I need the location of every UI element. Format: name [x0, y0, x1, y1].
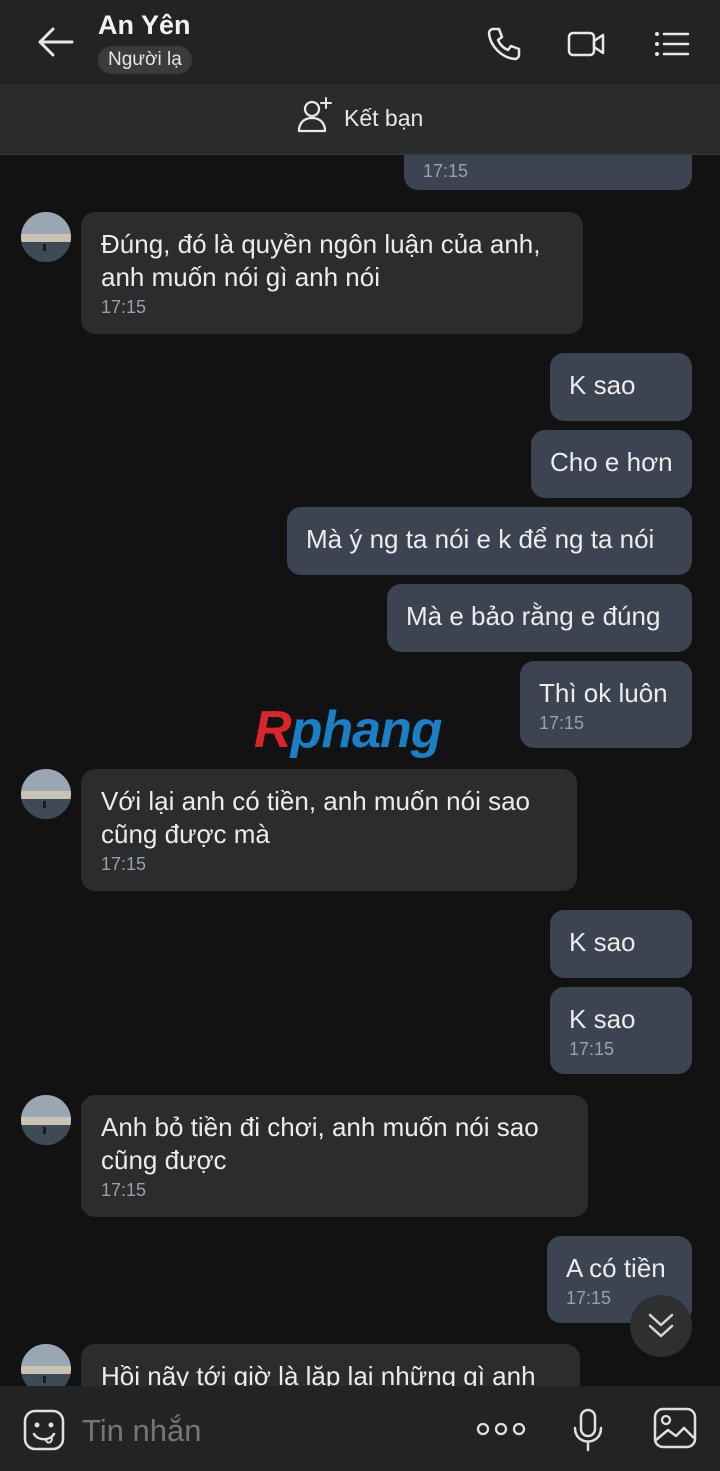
chevron-down-icon [648, 1313, 674, 1338]
message-input[interactable] [80, 1406, 464, 1456]
sticker-icon[interactable] [22, 1408, 66, 1452]
message-time: 17:15 [101, 854, 147, 874]
message-bubble-in[interactable]: Đúng, đó là quyền ngôn luận của anh, anh… [81, 212, 583, 334]
message-time: 17:15 [423, 161, 469, 181]
scroll-down-button[interactable] [630, 1295, 692, 1357]
avatar[interactable] [21, 1095, 71, 1145]
message-text: Mà e bảo rằng e đúng [406, 601, 661, 631]
message-bubble-out[interactable]: K sao [550, 910, 692, 978]
watermark-logo: Rphang [254, 701, 443, 759]
avatar[interactable] [21, 1344, 71, 1386]
message-bubble-out[interactable]: K sao 17:15 [550, 987, 692, 1074]
message-text: Với lại anh có tiền, anh muốn nói sao cũ… [101, 786, 530, 849]
message-text: A có tiền [566, 1253, 666, 1283]
image-icon[interactable] [652, 1406, 698, 1450]
message-time: 17:15 [101, 1180, 147, 1200]
message-text: Đúng, đó là quyền ngôn luận của anh, anh… [101, 229, 541, 292]
message-bubble-out[interactable]: 17:15 [404, 155, 692, 190]
message-text: Anh bỏ tiền đi chơi, anh muốn nói sao cũ… [101, 1112, 539, 1175]
message-bubble-out[interactable]: Cho e hơn [531, 430, 692, 498]
message-list[interactable]: 17:15 Đúng, đó là quyền ngôn luận của an… [0, 155, 720, 1386]
message-bubble-in[interactable]: Anh bỏ tiền đi chơi, anh muốn nói sao cũ… [81, 1095, 588, 1217]
message-text: K sao [569, 927, 636, 957]
message-text: K sao [569, 1004, 636, 1034]
avatar[interactable] [21, 212, 71, 262]
message-text: Thì ok luôn [539, 678, 668, 708]
message-time: 17:15 [569, 1039, 615, 1059]
add-friend-button[interactable]: Kết bạn [296, 96, 424, 140]
menu-list-icon[interactable] [652, 24, 692, 64]
message-text: Hồi nãy tới giờ là lặp lại những gì anh [101, 1361, 536, 1386]
add-user-icon [296, 96, 334, 140]
phone-icon[interactable] [484, 24, 524, 64]
add-friend-label: Kết bạn [344, 104, 424, 131]
more-dots-icon[interactable] [476, 1416, 526, 1442]
message-time: 17:15 [539, 713, 585, 733]
message-bubble-in[interactable]: Với lại anh có tiền, anh muốn nói sao cũ… [81, 769, 577, 891]
message-text: Mà ý ng ta nói e k để ng ta nói [306, 524, 655, 554]
avatar[interactable] [21, 769, 71, 819]
message-bubble-out[interactable]: Mà ý ng ta nói e k để ng ta nói [287, 507, 692, 575]
message-bubble-in[interactable]: Hồi nãy tới giờ là lặp lại những gì anh [81, 1344, 580, 1386]
contact-name[interactable]: An Yên [98, 10, 191, 41]
message-text: Cho e hơn [550, 447, 673, 477]
stranger-badge: Người lạ [98, 46, 192, 74]
mic-icon[interactable] [572, 1408, 604, 1452]
back-arrow-icon[interactable] [36, 24, 76, 60]
message-bubble-out[interactable]: K sao [550, 353, 692, 421]
message-text: K sao [569, 370, 636, 400]
message-bubble-out[interactable]: Mà e bảo rằng e đúng [387, 584, 692, 652]
message-bubble-out[interactable]: Thì ok luôn 17:15 [520, 661, 692, 748]
message-time: 17:15 [101, 297, 147, 317]
video-icon[interactable] [566, 24, 606, 64]
